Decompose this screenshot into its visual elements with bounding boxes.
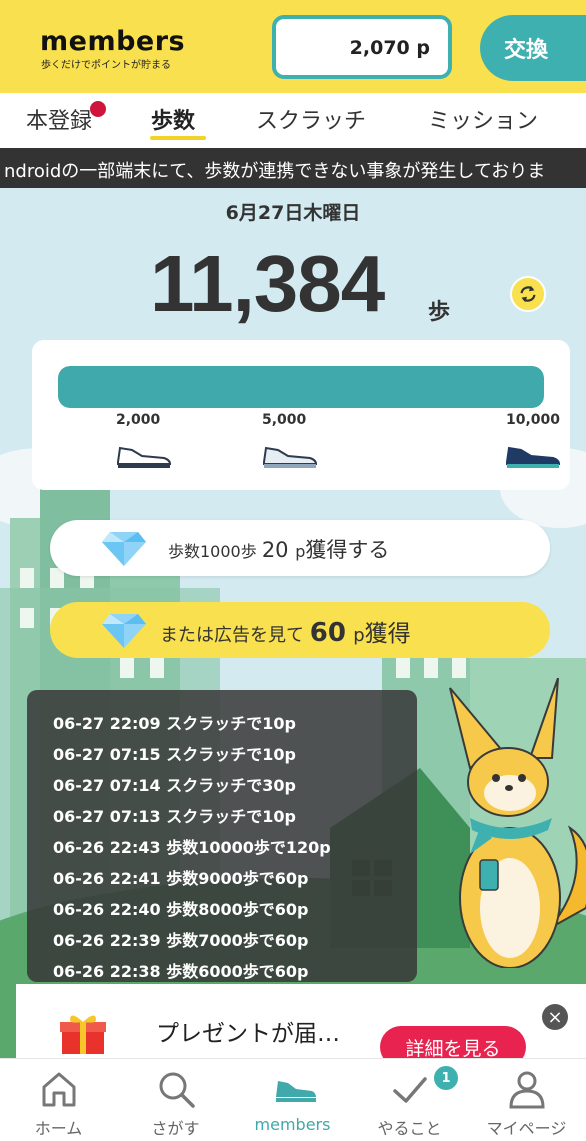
history-item: 06-26 22:38 歩数6000歩で60p [53,962,309,981]
diamond-icon [102,614,146,648]
history-item: 06-27 22:09 スクラッチで10p [53,714,296,733]
history-item: 06-26 22:40 歩数8000歩で60p [53,900,309,919]
tab-scratch[interactable]: スクラッチ [256,103,366,135]
check-icon [393,1077,427,1103]
todo-count-badge: 1 [434,1066,458,1090]
current-date: 6月27日木曜日 [225,202,361,224]
milestone-5000: 5,000 [262,412,307,428]
history-item: 06-27 07:14 スクラッチで30p [53,776,296,795]
refresh-button[interactable] [510,276,546,312]
diamond-icon [102,532,146,566]
refresh-icon [520,285,536,303]
progress-bar [58,366,544,408]
nav-label: マイページ [486,1119,567,1138]
tab-registration[interactable]: 本登録 [26,103,92,135]
progress-fill [58,366,544,408]
nav-search[interactable]: さがす [117,1059,234,1141]
logo: members [40,26,186,57]
exchange-button[interactable]: 交換 [480,15,586,81]
shoe-icon [276,1081,316,1102]
app-header: members 歩くだけでポイントが貯まる 2,070 p 交換 [0,0,586,93]
step-unit: 歩 [428,300,451,325]
watch-ad-button[interactable]: または広告を見て 60 p獲得 [50,602,550,658]
tab-mission[interactable]: ミッション [428,103,538,135]
earn-points-button[interactable]: 歩数1000歩 20 p獲得する [50,520,550,576]
points-balance[interactable]: 2,070 p [272,15,452,79]
active-tab-indicator [150,136,206,140]
nav-label: members [254,1115,331,1134]
nav-label: さがす [151,1119,200,1138]
fox-mascot [449,678,586,968]
step-count: 11,384 [150,239,385,328]
shoe-icon [506,446,561,468]
search-icon [159,1072,195,1108]
bottom-nav: ホーム さがす members やること マイページ [0,1058,586,1141]
earn-points-label: 歩数1000歩 20 p獲得する [168,538,390,562]
nav-members[interactable]: members [234,1059,351,1141]
close-icon[interactable]: × [542,1004,568,1030]
tab-steps[interactable]: 歩数 [151,103,195,135]
steps-panel: 6月27日木曜日 11,384 歩 2,000 5,000 10,000 歩数1… [0,188,586,1058]
home-icon [42,1072,76,1107]
history-item: 06-26 22:41 歩数9000歩で60p [53,869,309,888]
user-icon [509,1071,545,1109]
shoe-icon [117,446,172,468]
nav-label: ホーム [34,1119,83,1138]
nav-mypage[interactable]: マイページ [468,1059,585,1141]
nav-label: やること [377,1119,442,1138]
notification-dot [90,101,106,117]
history-item: 06-27 07:13 スクラッチで10p [53,807,296,826]
shoe-icon [263,446,318,468]
progress-card: 2,000 5,000 10,000 [32,340,570,490]
history-item: 06-26 22:43 歩数10000歩で120p [53,838,331,857]
milestone-2000: 2,000 [116,412,161,428]
present-banner[interactable]: プレゼントが届… 詳細を見る [16,984,586,1068]
news-ticker[interactable]: ndroidの一部端末にて、歩数が連携できない事象が発生しておりま [0,148,586,188]
points-history: 06-27 22:09 スクラッチで10p 06-27 07:15 スクラッチで… [27,690,417,982]
nav-home[interactable]: ホーム [0,1059,117,1141]
milestone-10000: 10,000 [506,412,561,428]
logo-tagline: 歩くだけでポイントが貯まる [41,60,171,71]
history-item: 06-27 07:15 スクラッチで10p [53,745,296,764]
tab-bar: 本登録 歩数 スクラッチ ミッション [0,93,586,148]
ticker-text: ndroidの一部端末にて、歩数が連携できない事象が発生しておりま [4,161,546,182]
banner-text: プレゼントが届… [156,1021,340,1047]
points-value: 2,070 p [349,37,430,59]
watch-ad-label: または広告を見て 60 p獲得 [160,618,411,648]
gift-icon [60,1015,106,1054]
history-item: 06-26 22:39 歩数7000歩で60p [53,931,309,950]
